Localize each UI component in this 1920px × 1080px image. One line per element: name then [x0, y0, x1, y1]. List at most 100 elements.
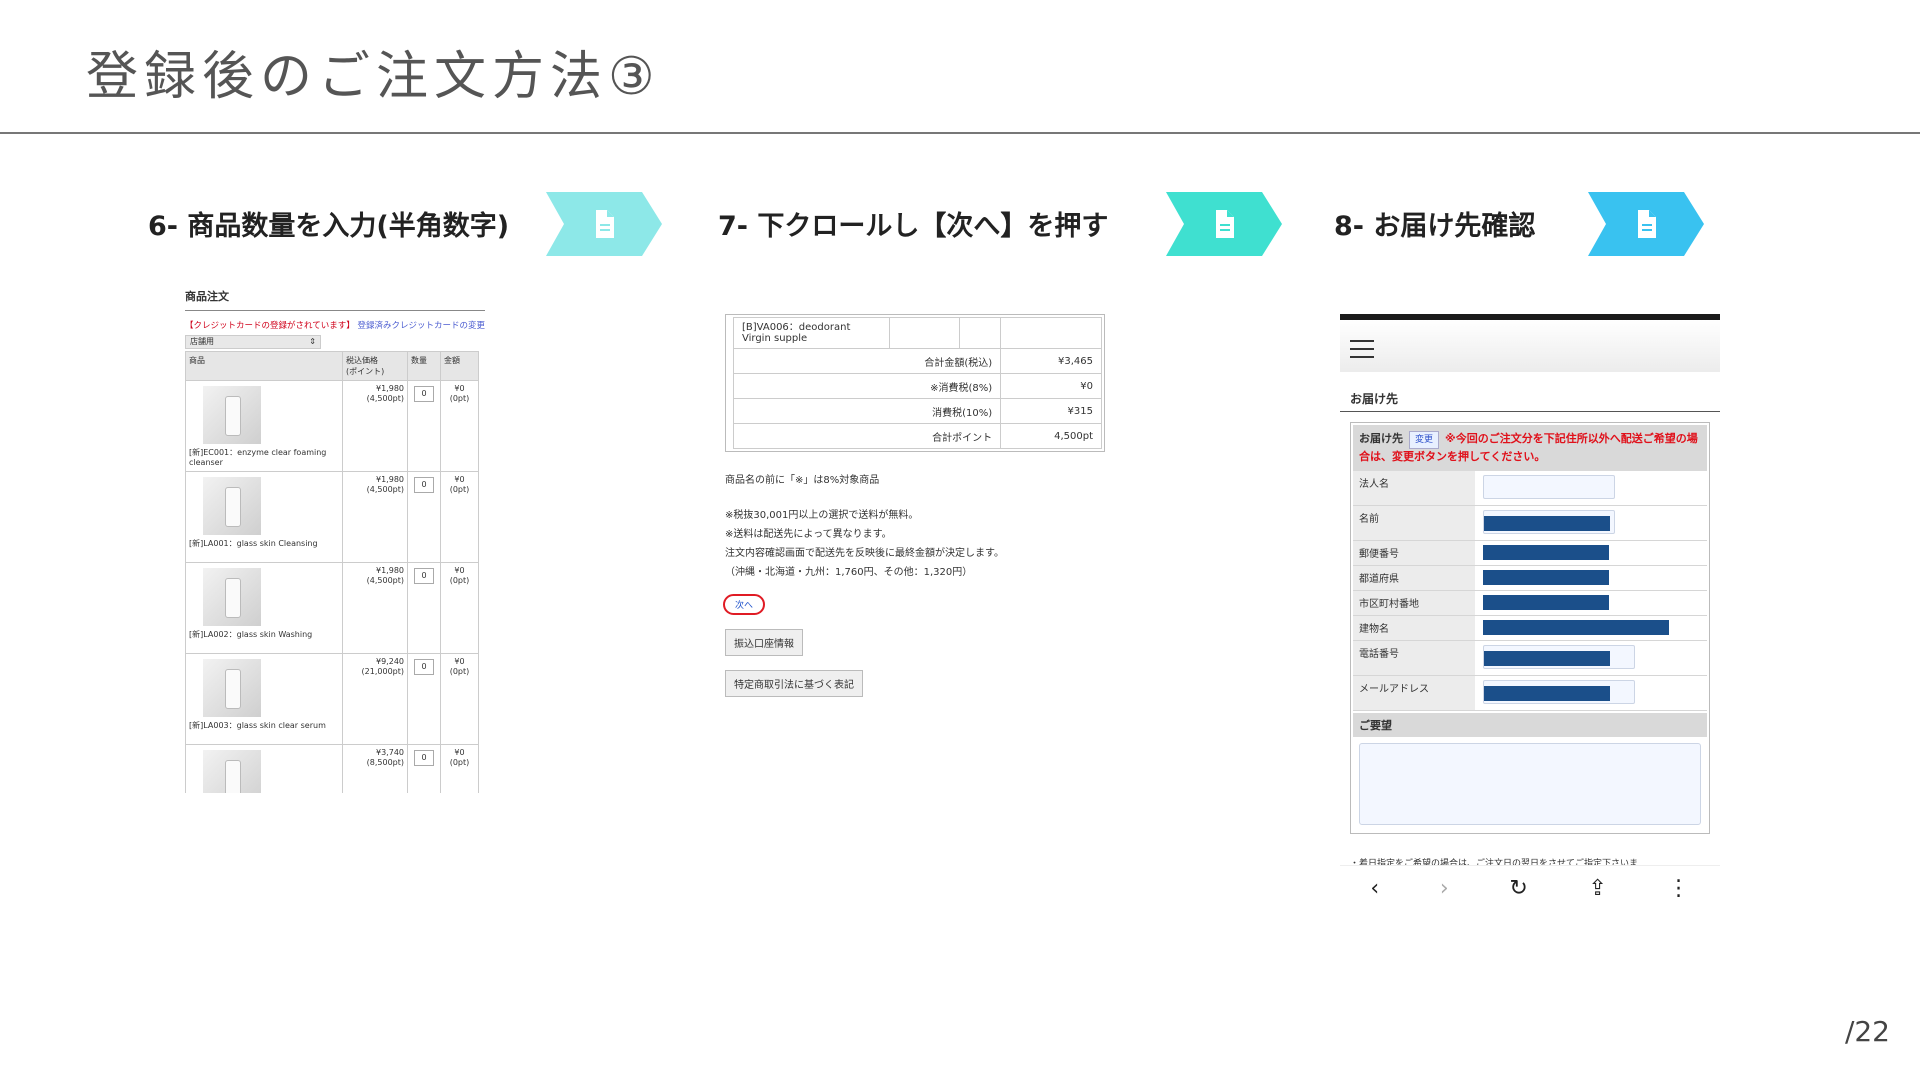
delivery-form: お届け先 変更 ※今回のご注文分を下記住所以外へ配送ご希望の場合は、変更ボタンを押し…	[1350, 422, 1710, 834]
back-icon[interactable]: ‹	[1370, 876, 1379, 901]
column-header-qty: 数量	[407, 351, 441, 381]
form-row-postal: 郵便番号	[1353, 541, 1707, 566]
tax10-value: ¥315	[1000, 398, 1102, 424]
product-table: 商品 税込価格 (ポイント) 数量 金額 [新]EC001：enzyme cle…	[185, 351, 479, 793]
line-amount: ¥0	[454, 657, 465, 666]
step-8-label: 8- お届け先確認	[1334, 211, 1536, 242]
field-label: 電話番号	[1353, 641, 1475, 675]
form-row-email: メールアドレス	[1353, 676, 1707, 711]
product-image	[203, 659, 261, 717]
change-credit-card-link[interactable]: 登録済みクレジットカードの変更	[357, 321, 485, 331]
table-row: 合計ポイント 4,500pt	[732, 423, 1102, 449]
total-label: 合計金額(税込)	[732, 348, 1002, 374]
first-item-name: [B]VA006：deodorant Virgin supple	[733, 317, 890, 349]
redaction-bar	[1484, 516, 1610, 531]
table-row: ¥3,740 (8,500pt) 0 ¥0 (0pt)	[185, 744, 479, 793]
quantity-input[interactable]: 0	[414, 659, 434, 675]
points-label: 合計ポイント	[732, 423, 1002, 449]
form-row-city: 市区町村番地	[1353, 591, 1707, 616]
redaction-bar	[1483, 620, 1669, 635]
delivery-form-header: お届け先 変更 ※今回のご注文分を下記住所以外へ配送ご希望の場合は、変更ボタンを押し…	[1353, 425, 1707, 471]
line-points: (0pt)	[449, 394, 470, 403]
browser-nav-bar: ‹ › ↻ ⇪ ⋮	[1340, 865, 1720, 910]
column-header-amount: 金額	[440, 351, 479, 381]
table-header-row: 商品 税込価格 (ポイント) 数量 金額	[185, 351, 479, 381]
product-name: [新]LA001：glass skin Cleansing	[189, 539, 318, 548]
delivery-screenshot: お届け先 お届け先 変更 ※今回のご注文分を下記住所以外へ配送ご希望の場合は、変更ボ…	[1340, 314, 1720, 910]
redaction-bar	[1484, 651, 1610, 666]
table-row: [新]EC001：enzyme clear foaming cleanser ¥…	[185, 380, 479, 472]
select-arrow-icon: ⇕	[309, 337, 316, 346]
menu-icon[interactable]	[1350, 340, 1374, 364]
company-field[interactable]	[1483, 475, 1615, 499]
shipping-notes: ※税抜30,001円以上の選択で送料が無料。 ※送料は配送先によって異なります。…	[725, 506, 1105, 582]
bank-info-button[interactable]: 振込口座情報	[725, 629, 803, 656]
table-row: ※消費税(8%) ¥0	[732, 373, 1102, 399]
share-icon[interactable]: ⇪	[1588, 876, 1606, 901]
line-points: (0pt)	[449, 485, 470, 494]
delivery-section-title: お届け先	[1340, 390, 1720, 412]
order-header: 商品注文	[185, 288, 485, 311]
tax-note: 商品名の前に「※」は8%対象商品	[725, 475, 880, 486]
commerce-law-button[interactable]: 特定商取引法に基づく表記	[725, 670, 863, 697]
delivery-form-label: お届け先	[1359, 432, 1403, 445]
store-select-value: 店舗用	[190, 337, 214, 346]
product-price: ¥3,740	[376, 748, 404, 757]
table-row: [新]LA003：glass skin clear serum ¥9,240 (2…	[185, 653, 479, 745]
total-value: ¥3,465	[1000, 348, 1102, 374]
phone-field[interactable]	[1483, 645, 1635, 669]
field-label: 都道府県	[1353, 566, 1475, 590]
quantity-input[interactable]: 0	[414, 386, 434, 402]
product-points: (4,500pt)	[366, 394, 404, 403]
name-field[interactable]	[1483, 510, 1615, 534]
column-header-price: 税込価格 (ポイント)	[342, 351, 408, 381]
reload-icon[interactable]: ↻	[1509, 876, 1527, 901]
shipping-note: ※税抜30,001円以上の選択で送料が無料。	[725, 510, 919, 521]
table-row: 合計金額(税込) ¥3,465	[732, 348, 1102, 374]
table-row: 消費税(10%) ¥315	[732, 398, 1102, 424]
step-7-label: 7- 下クロールし【次へ】を押す	[718, 211, 1109, 242]
quantity-input[interactable]: 0	[414, 750, 434, 766]
step-7-chevron	[1166, 192, 1282, 256]
table-row: [新]LA002：glass skin Washing ¥1,980 (4,500…	[185, 562, 479, 654]
field-label: 建物名	[1353, 616, 1475, 640]
product-price: ¥1,980	[376, 566, 404, 575]
redaction-bar	[1483, 545, 1609, 560]
product-image	[203, 750, 261, 793]
form-row-phone: 電話番号	[1353, 641, 1707, 676]
product-price: ¥1,980	[376, 384, 404, 393]
store-select[interactable]: 店舗用 ⇕	[185, 335, 321, 349]
request-label: ご要望	[1353, 713, 1707, 737]
request-textarea[interactable]	[1359, 743, 1701, 825]
line-points: (0pt)	[449, 758, 470, 767]
column-header-product: 商品	[185, 351, 343, 381]
quantity-input[interactable]: 0	[414, 568, 434, 584]
form-row-building: 建物名	[1353, 616, 1707, 641]
change-address-button[interactable]: 変更	[1409, 431, 1440, 449]
shipping-note: 注文内容確認画面で配送先を反映後に最終金額が決定します。	[725, 548, 1004, 559]
title-divider	[0, 132, 1920, 134]
product-name: [新]LA002：glass skin Washing	[189, 630, 313, 639]
shipping-note: ※送料は配送先によって異なります。	[725, 529, 892, 540]
product-image	[203, 477, 261, 535]
quantity-input[interactable]: 0	[414, 477, 434, 493]
more-icon[interactable]: ⋮	[1668, 876, 1690, 901]
table-row: [新]LA001：glass skin Cleansing ¥1,980 (4,5…	[185, 471, 479, 563]
field-label: 法人名	[1353, 471, 1475, 505]
product-image	[203, 568, 261, 626]
product-name: [新]LA003：glass skin clear serum	[189, 721, 326, 730]
product-price: ¥1,980	[376, 475, 404, 484]
product-points: (4,500pt)	[366, 576, 404, 585]
field-label: メールアドレス	[1353, 676, 1475, 710]
slide-title: 登録後のご注文方法③	[86, 47, 661, 107]
forward-icon[interactable]: ›	[1440, 876, 1449, 901]
email-field[interactable]	[1483, 680, 1635, 704]
product-price: ¥9,240	[376, 657, 404, 666]
tax8-label: ※消費税(8%)	[732, 373, 1002, 399]
next-button[interactable]: 次へ	[723, 594, 766, 615]
form-row-name: 名前	[1353, 506, 1707, 541]
product-name: [新]EC001：enzyme clear foaming cleanser	[189, 448, 327, 467]
line-points: (0pt)	[449, 576, 470, 585]
app-header	[1340, 320, 1720, 372]
step-8-chevron	[1588, 192, 1704, 256]
